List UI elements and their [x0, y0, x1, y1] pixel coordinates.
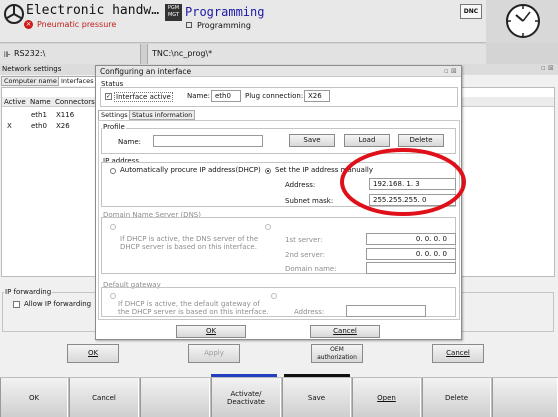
- oem-authorization-button[interactable]: OEM authorization: [311, 344, 363, 363]
- softkey-open[interactable]: Open: [352, 378, 421, 417]
- domain-name-field[interactable]: [366, 262, 456, 274]
- row-active: X: [7, 122, 12, 130]
- path-left[interactable]: RS232:\: [14, 49, 45, 58]
- apply-label: Apply: [204, 349, 224, 357]
- row-name: eth0: [31, 122, 47, 130]
- gateway-address-field[interactable]: [346, 305, 426, 317]
- dns-dhcp-radio[interactable]: [110, 224, 116, 230]
- error-icon: ×: [24, 20, 33, 29]
- softkey-empty-1[interactable]: [140, 378, 210, 417]
- cancel-button[interactable]: Cancel: [432, 344, 484, 363]
- softkey-ok-label: OK: [28, 394, 40, 402]
- name-label: Name:: [187, 92, 211, 100]
- softkey-save-label: Save: [307, 394, 326, 402]
- row-conn: X116: [56, 111, 75, 119]
- col-connectors: Connectors: [55, 98, 95, 106]
- mode-title: Electronic handw…: [26, 3, 160, 18]
- gateway-note-line1: If DHCP is active, the default gateway o…: [118, 300, 260, 308]
- dhcp-radio[interactable]: [110, 168, 116, 174]
- interface-active-checkbox[interactable]: ✓: [105, 93, 112, 100]
- softkey-delete[interactable]: Delete: [422, 378, 491, 417]
- ok-label: OK: [87, 349, 99, 357]
- allow-ip-forwarding-checkbox[interactable]: [13, 301, 20, 308]
- path-right[interactable]: TNC:\nc_prog\*: [152, 49, 212, 58]
- softkey-activate-line1: Activate/: [230, 390, 262, 398]
- pgm-badge-top: PGM: [167, 5, 180, 11]
- network-close-icon[interactable]: ▫ ⊠: [541, 64, 554, 72]
- clock-icon: [505, 3, 541, 39]
- ok-button[interactable]: OK: [67, 344, 119, 363]
- cancel-label: Cancel: [446, 349, 470, 357]
- col-active: Active: [4, 98, 26, 106]
- gateway-manual-radio[interactable]: [271, 293, 277, 299]
- dialog-cancel-label: Cancel: [333, 327, 357, 335]
- softkey-save[interactable]: Save: [282, 378, 351, 417]
- softkey-activate-line2: Deactivate: [226, 398, 265, 406]
- softkey-empty-2[interactable]: [492, 378, 558, 417]
- path-divider: [140, 44, 148, 64]
- interface-active-label: Interface active: [114, 92, 173, 102]
- dialog-ok-label: OK: [205, 327, 217, 335]
- tab-interfaces[interactable]: Interfaces: [58, 76, 97, 86]
- server1-label: 1st server:: [285, 236, 323, 244]
- softkey-cancel-label: Cancel: [92, 394, 116, 402]
- dhcp-radio-label: Automatically procure IP address(DHCP): [120, 166, 261, 174]
- dialog-title: Configuring an interface: [100, 67, 192, 76]
- dialog-cancel-button[interactable]: Cancel: [310, 325, 380, 338]
- dns-note-line2: DHCP server is based on this interface.: [120, 243, 257, 251]
- row-conn: X26: [56, 122, 70, 130]
- dns-note-line1: If DHCP is active, the DNS server of the: [120, 235, 259, 243]
- softkey-delete-label: Delete: [445, 394, 468, 402]
- softkey-ok[interactable]: OK: [0, 378, 68, 417]
- server2-label: 2nd server:: [285, 251, 325, 259]
- dns-manual-radio[interactable]: [265, 224, 271, 230]
- manual-ip-radio[interactable]: [265, 168, 271, 174]
- server1-field[interactable]: 0. 0. 0. 0: [366, 233, 456, 245]
- pgm-badge-bottom: MGT: [167, 12, 180, 18]
- plug-connection-label: Plug connection:: [245, 92, 304, 100]
- control-logo-icon: [3, 3, 25, 25]
- domain-name-label: Domain name:: [285, 265, 337, 273]
- programming-icon: [186, 22, 192, 28]
- programming-title: Programming: [185, 5, 265, 19]
- profile-title: Profile: [102, 123, 126, 131]
- profile-save-button[interactable]: Save: [289, 134, 335, 147]
- gateway-dhcp-radio[interactable]: [110, 293, 116, 299]
- softkey-level-indicator-2: [284, 374, 350, 377]
- dnc-button[interactable]: DNC: [460, 4, 482, 19]
- path-bar: [0, 44, 486, 64]
- oem-line1: OEM: [330, 346, 344, 353]
- tab-computer-name[interactable]: Computer name: [1, 76, 60, 86]
- allow-ip-forwarding-label: Allow IP forwarding: [24, 300, 92, 308]
- ip-forwarding-title: IP forwarding: [4, 288, 53, 296]
- col-name: Name: [30, 98, 51, 106]
- gateway-note-line2: the DHCP server is based on this interfa…: [118, 308, 269, 316]
- pgm-mgt-badge: PGM MGT: [165, 4, 182, 21]
- network-title: Network settings: [2, 65, 62, 73]
- oem-line2: authorization: [317, 354, 357, 361]
- mode-subtitle: Pneumatic pressure: [37, 20, 117, 29]
- server2-field[interactable]: 0. 0. 0. 0: [366, 248, 456, 260]
- apply-button[interactable]: Apply: [188, 344, 240, 363]
- plug-connection-field[interactable]: X26: [304, 90, 330, 102]
- subnet-mask-label: Subnet mask:: [285, 197, 334, 205]
- dialog-ok-button[interactable]: OK: [176, 325, 246, 338]
- profile-name-field[interactable]: [153, 135, 263, 147]
- softkey-open-label: Open: [377, 394, 396, 402]
- serial-icon: ⊪: [4, 50, 11, 59]
- softkey-level-indicator: [211, 374, 277, 377]
- address-label: Address:: [285, 181, 316, 189]
- tab-status-information[interactable]: Status information: [129, 110, 196, 120]
- profile-name-label: Name:: [118, 138, 142, 146]
- dialog-close-icon[interactable]: ▫ ⊠: [444, 67, 457, 75]
- softkey-activate-deactivate[interactable]: Activate/ Deactivate: [211, 378, 281, 417]
- programming-subtitle: Programming: [197, 21, 251, 30]
- tab-settings[interactable]: Settings: [98, 110, 131, 120]
- highlight-ellipse: [340, 148, 466, 216]
- softkey-cancel[interactable]: Cancel: [69, 378, 139, 417]
- row-name: eth1: [31, 111, 47, 119]
- gateway-address-label: Address:: [294, 308, 325, 316]
- name-field[interactable]: eth0: [211, 90, 241, 102]
